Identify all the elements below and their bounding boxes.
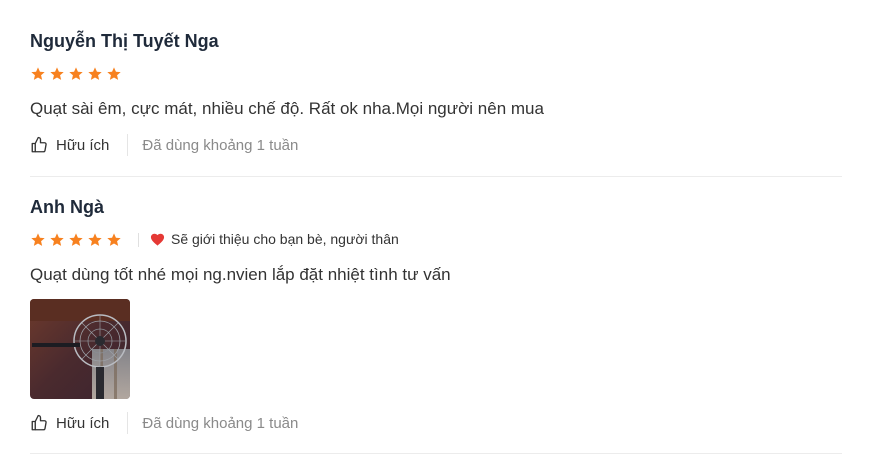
helpful-label: Hữu ích (56, 414, 110, 432)
star-icon (50, 233, 64, 246)
star-icon (31, 233, 45, 246)
reviewer-name: Anh Ngà (30, 197, 104, 217)
thumbs-up-icon (31, 136, 47, 153)
review-photo[interactable] (30, 299, 130, 399)
recommend-badge: Sẽ giới thiệu cho bạn bè, người thân (150, 231, 399, 247)
rating-stars (30, 232, 122, 248)
star-icon (69, 233, 83, 246)
helpful-label: Hữu ích (56, 136, 110, 154)
star-icon (69, 67, 83, 80)
badge-separator (138, 233, 139, 247)
star-icon (88, 233, 102, 246)
divider (127, 134, 129, 156)
review-actions: Hữu ích Đã dùng khoảng 1 tuần (30, 134, 298, 156)
helpful-button[interactable]: Hữu ích (30, 414, 109, 432)
star-icon (107, 67, 121, 80)
helpful-button[interactable]: Hữu ích (30, 136, 109, 154)
review-divider (30, 176, 842, 177)
review-divider (30, 453, 842, 454)
star-icon (31, 67, 45, 80)
review-content: Quạt sài êm, cực mát, nhiều chế độ. Rất … (30, 99, 544, 118)
star-icon (88, 67, 102, 80)
reviewer-name: Nguyễn Thị Tuyết Nga (30, 31, 219, 51)
heart-icon (150, 233, 165, 246)
star-icon (50, 67, 64, 80)
rating-stars (30, 66, 122, 82)
star-icon (107, 233, 121, 246)
usage-duration: Đã dùng khoảng 1 tuần (142, 136, 299, 154)
review-content: Quạt dùng tốt nhé mọi ng.nvien lắp đặt n… (30, 265, 451, 284)
thumbs-up-icon (31, 414, 47, 431)
recommend-text: Sẽ giới thiệu cho bạn bè, người thân (171, 231, 399, 247)
fan-photo (30, 299, 130, 399)
divider (127, 412, 129, 434)
usage-duration: Đã dùng khoảng 1 tuần (142, 414, 299, 432)
review-actions: Hữu ích Đã dùng khoảng 1 tuần (30, 412, 298, 434)
